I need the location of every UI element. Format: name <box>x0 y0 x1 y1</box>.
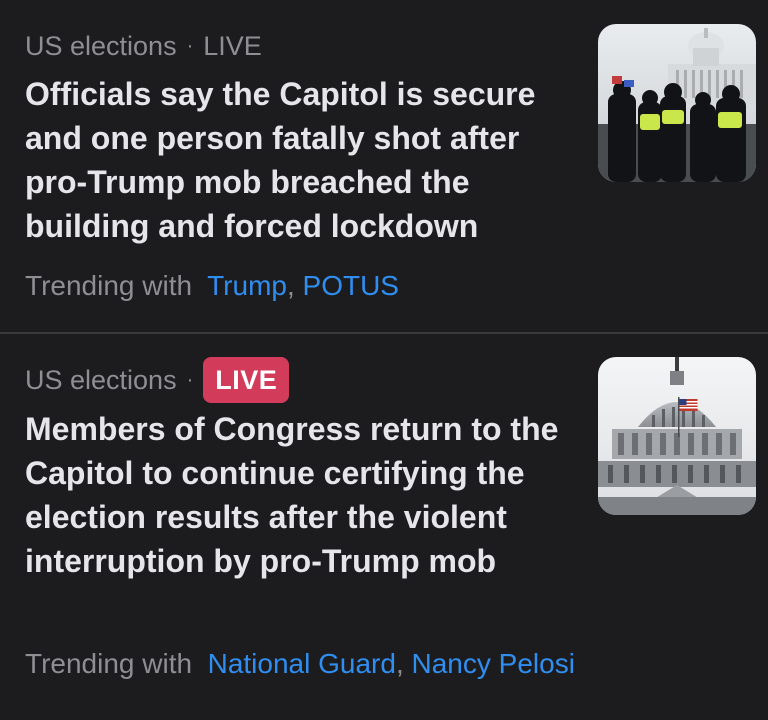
topic-link-nancy-pelosi[interactable]: Nancy Pelosi <box>412 648 575 679</box>
capitol-dome-photo[interactable] <box>598 357 756 515</box>
story-meta: US elections · LIVE <box>25 28 262 64</box>
topic-separator: , <box>395 648 404 679</box>
story-headline[interactable]: Officials say the Capitol is secure and … <box>25 72 585 248</box>
live-label: LIVE <box>203 30 262 61</box>
news-item[interactable]: US elections · LIVE Officials say the Ca… <box>0 0 768 333</box>
news-item[interactable]: US elections · LIVE Members of Congress … <box>0 334 768 720</box>
story-headline[interactable]: Members of Congress return to the Capito… <box>25 407 585 583</box>
capitol-police-clash-photo[interactable] <box>598 24 756 182</box>
meta-separator: · <box>186 368 194 391</box>
trending-prefix: Trending with <box>25 270 193 301</box>
meta-separator: · <box>186 34 194 57</box>
story-meta: US elections · LIVE <box>25 357 290 403</box>
topic-link-potus[interactable]: POTUS <box>303 270 399 301</box>
trending-with: Trending with National Guard, Nancy Pelo… <box>25 644 585 684</box>
topic-separator: , <box>286 270 295 301</box>
trending-prefix: Trending with <box>25 648 193 679</box>
category-label: US elections <box>25 30 177 61</box>
category-label: US elections <box>25 364 177 395</box>
trending-feed: US elections · LIVE Officials say the Ca… <box>0 0 768 720</box>
live-badge: LIVE <box>203 357 290 403</box>
topic-link-trump[interactable]: Trump <box>207 270 287 301</box>
topic-link-national-guard[interactable]: National Guard <box>208 648 396 679</box>
trending-with: Trending with Trump, POTUS <box>25 266 585 306</box>
